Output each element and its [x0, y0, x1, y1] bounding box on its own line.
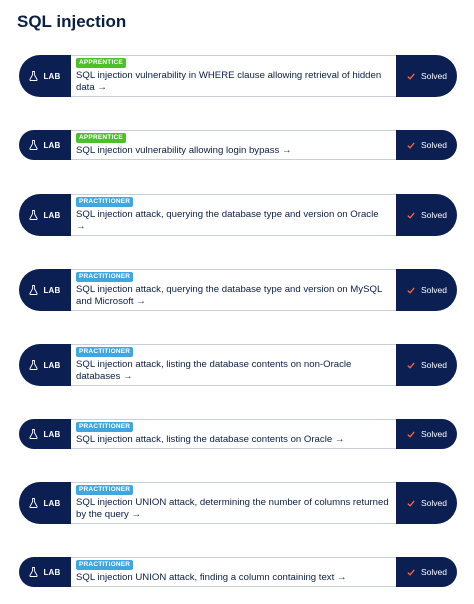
lab-tag: LAB — [19, 130, 71, 160]
lab-row[interactable]: LAB PRACTITIONER SQL injection attack, q… — [19, 269, 457, 311]
lab-title-link[interactable]: SQL injection attack, listing the databa… — [76, 434, 390, 446]
status-label: Solved — [421, 71, 447, 81]
level-badge: APPRENTICE — [76, 133, 126, 143]
check-icon — [407, 72, 415, 80]
lab-tag-label: LAB — [43, 140, 61, 150]
flask-icon — [29, 210, 39, 220]
flask-icon — [29, 429, 39, 439]
lab-body: APPRENTICE SQL injection vulnerability a… — [71, 130, 396, 160]
check-icon — [407, 430, 415, 438]
lab-title-link[interactable]: SQL injection attack, listing the databa… — [76, 359, 390, 383]
status-label: Solved — [421, 567, 447, 577]
lab-title-link[interactable]: SQL injection vulnerability allowing log… — [76, 145, 390, 157]
status-badge: Solved — [396, 55, 457, 97]
level-badge: PRACTITIONER — [76, 347, 134, 357]
status-label: Solved — [421, 429, 447, 439]
status-badge: Solved — [396, 130, 457, 160]
lab-body: PRACTITIONER SQL injection UNION attack,… — [71, 482, 396, 524]
lab-tag: LAB — [19, 344, 71, 386]
status-label: Solved — [421, 498, 447, 508]
flask-icon — [29, 71, 39, 81]
lab-title-link[interactable]: SQL injection UNION attack, finding a co… — [76, 572, 390, 584]
lab-row[interactable]: LAB APPRENTICE SQL injection vulnerabili… — [19, 55, 457, 97]
flask-icon — [29, 498, 39, 508]
lab-row[interactable]: LAB PRACTITIONER SQL injection attack, q… — [19, 194, 457, 236]
lab-tag-label: LAB — [43, 360, 61, 370]
lab-title-link[interactable]: SQL injection attack, querying the datab… — [76, 209, 390, 233]
flask-icon — [29, 567, 39, 577]
lab-body: PRACTITIONER SQL injection attack, listi… — [71, 344, 396, 386]
lab-body: PRACTITIONER SQL injection attack, query… — [71, 194, 396, 236]
status-badge: Solved — [396, 482, 457, 524]
lab-title-link[interactable]: SQL injection vulnerability in WHERE cla… — [76, 70, 390, 94]
lab-tag: LAB — [19, 557, 71, 587]
level-badge: PRACTITIONER — [76, 422, 134, 432]
check-icon — [407, 141, 415, 149]
level-badge: APPRENTICE — [76, 58, 126, 68]
status-badge: Solved — [396, 269, 457, 311]
page-title: SQL injection — [17, 12, 127, 31]
flask-icon — [29, 360, 39, 370]
lab-tag-label: LAB — [43, 285, 61, 295]
check-icon — [407, 568, 415, 576]
check-icon — [407, 286, 415, 294]
lab-title-link[interactable]: SQL injection UNION attack, determining … — [76, 497, 390, 521]
lab-tag-label: LAB — [43, 429, 61, 439]
status-label: Solved — [421, 360, 447, 370]
lab-tag: LAB — [19, 482, 71, 524]
status-label: Solved — [421, 210, 447, 220]
lab-tag-label: LAB — [43, 71, 61, 81]
status-badge: Solved — [396, 344, 457, 386]
lab-tag: LAB — [19, 55, 71, 97]
lab-body: PRACTITIONER SQL injection attack, query… — [71, 269, 396, 311]
lab-row[interactable]: LAB PRACTITIONER SQL injection attack, l… — [19, 344, 457, 386]
lab-body: PRACTITIONER SQL injection attack, listi… — [71, 419, 396, 449]
lab-tag: LAB — [19, 269, 71, 311]
lab-title-link[interactable]: SQL injection attack, querying the datab… — [76, 284, 390, 308]
level-badge: PRACTITIONER — [76, 560, 134, 570]
check-icon — [407, 499, 415, 507]
lab-tag-label: LAB — [43, 498, 61, 508]
lab-tag: LAB — [19, 419, 71, 449]
level-badge: PRACTITIONER — [76, 197, 134, 207]
lab-row[interactable]: LAB PRACTITIONER SQL injection attack, l… — [19, 419, 457, 449]
lab-row[interactable]: LAB PRACTITIONER SQL injection UNION att… — [19, 482, 457, 524]
lab-tag-label: LAB — [43, 210, 61, 220]
status-badge: Solved — [396, 557, 457, 587]
check-icon — [407, 361, 415, 369]
level-badge: PRACTITIONER — [76, 272, 134, 282]
lab-row[interactable]: LAB PRACTITIONER SQL injection UNION att… — [19, 557, 457, 587]
lab-tag-label: LAB — [43, 567, 61, 577]
flask-icon — [29, 140, 39, 150]
status-label: Solved — [421, 285, 447, 295]
check-icon — [407, 211, 415, 219]
status-label: Solved — [421, 140, 447, 150]
flask-icon — [29, 285, 39, 295]
lab-row[interactable]: LAB APPRENTICE SQL injection vulnerabili… — [19, 130, 457, 160]
status-badge: Solved — [396, 194, 457, 236]
lab-body: PRACTITIONER SQL injection UNION attack,… — [71, 557, 396, 587]
level-badge: PRACTITIONER — [76, 485, 134, 495]
lab-tag: LAB — [19, 194, 71, 236]
status-badge: Solved — [396, 419, 457, 449]
lab-body: APPRENTICE SQL injection vulnerability i… — [71, 55, 396, 97]
